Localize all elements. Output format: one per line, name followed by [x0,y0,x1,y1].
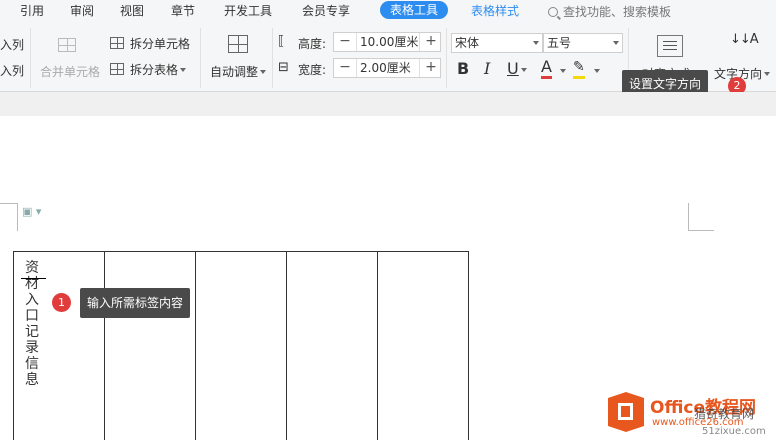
table-cell[interactable] [104,251,196,440]
page-corner-right [688,203,714,231]
auto-adjust-button[interactable]: 自动调整 [210,63,267,80]
tab-table-tools[interactable]: 表格工具 [380,1,449,19]
width-label: 宽度: [298,63,327,77]
width-increase-button[interactable]: + [420,59,442,77]
split-cells-icon [110,37,124,49]
font-size-select[interactable]: 五号 [543,33,623,53]
width-value[interactable]: 2.00厘米 [356,59,420,77]
width-decrease-button[interactable]: − [334,59,356,77]
font-color-button[interactable]: A [541,58,552,79]
step-badge-1: 1 [52,293,71,312]
table-cell[interactable] [195,251,287,440]
width-stepper[interactable]: − 2.00厘米 + [333,58,441,78]
watermark-sub: 51zixue.com [702,426,766,437]
vertical-cell-text[interactable]: 资材入口记录信息 [25,260,43,388]
font-name-select[interactable]: 宋体 [451,33,543,53]
text-cursor [21,278,46,279]
search-icon [548,7,558,17]
insert-col-right-button[interactable]: 入列 [0,62,24,79]
height-stepper[interactable]: − 10.00厘米 + [333,32,441,52]
italic-button[interactable]: I [484,59,490,78]
input-label-tooltip: 输入所需标签内容 [80,288,191,318]
tab-developer[interactable]: 开发工具 [224,3,272,20]
document-table [13,251,469,440]
merge-cells-button[interactable]: 合并单元格 [40,63,100,80]
merge-cells-icon [58,38,76,52]
underline-button[interactable]: U [507,59,527,78]
canvas-background [0,92,776,116]
ribbon-tab-bar: 引用 审阅 视图 章节 开发工具 会员专享 表格工具 表格样式 查找功能、搜索模… [0,0,776,22]
table-cell[interactable] [377,251,469,440]
tab-review[interactable]: 审阅 [70,3,94,20]
insert-col-left-button[interactable]: 入列 [0,36,24,53]
tab-references[interactable]: 引用 [20,3,44,20]
height-value[interactable]: 10.00厘米 [356,33,420,51]
split-table-button[interactable]: 拆分表格 [130,61,187,78]
height-icon: ⟦ [278,34,285,49]
tab-member[interactable]: 会员专享 [302,3,350,20]
width-icon: ⊟ [278,60,289,75]
search-box[interactable]: 查找功能、搜索模板 [548,3,671,20]
tab-chapter[interactable]: 章节 [171,3,195,20]
text-direction-icon: ↓↓A [730,32,759,47]
split-cells-button[interactable]: 拆分单元格 [130,35,190,52]
height-increase-button[interactable]: + [420,33,442,51]
auto-adjust-icon [228,35,248,53]
paste-options-icon[interactable]: ▣ ▾ [22,205,41,218]
site-watermark: Office教程网 猎奇教育网 www.office26.com 51zixue… [608,386,776,440]
page-corner-left [0,203,18,231]
split-table-icon [110,63,124,75]
height-label: 高度: [298,37,327,51]
bold-button[interactable]: B [457,59,469,78]
tab-view[interactable]: 视图 [120,3,144,20]
height-decrease-button[interactable]: − [334,33,356,51]
tab-table-style[interactable]: 表格样式 [471,3,519,20]
align-icon [657,35,683,57]
highlight-icon[interactable]: ✎ [573,59,585,79]
table-cell[interactable] [286,251,378,440]
search-placeholder: 查找功能、搜索模板 [563,5,672,19]
